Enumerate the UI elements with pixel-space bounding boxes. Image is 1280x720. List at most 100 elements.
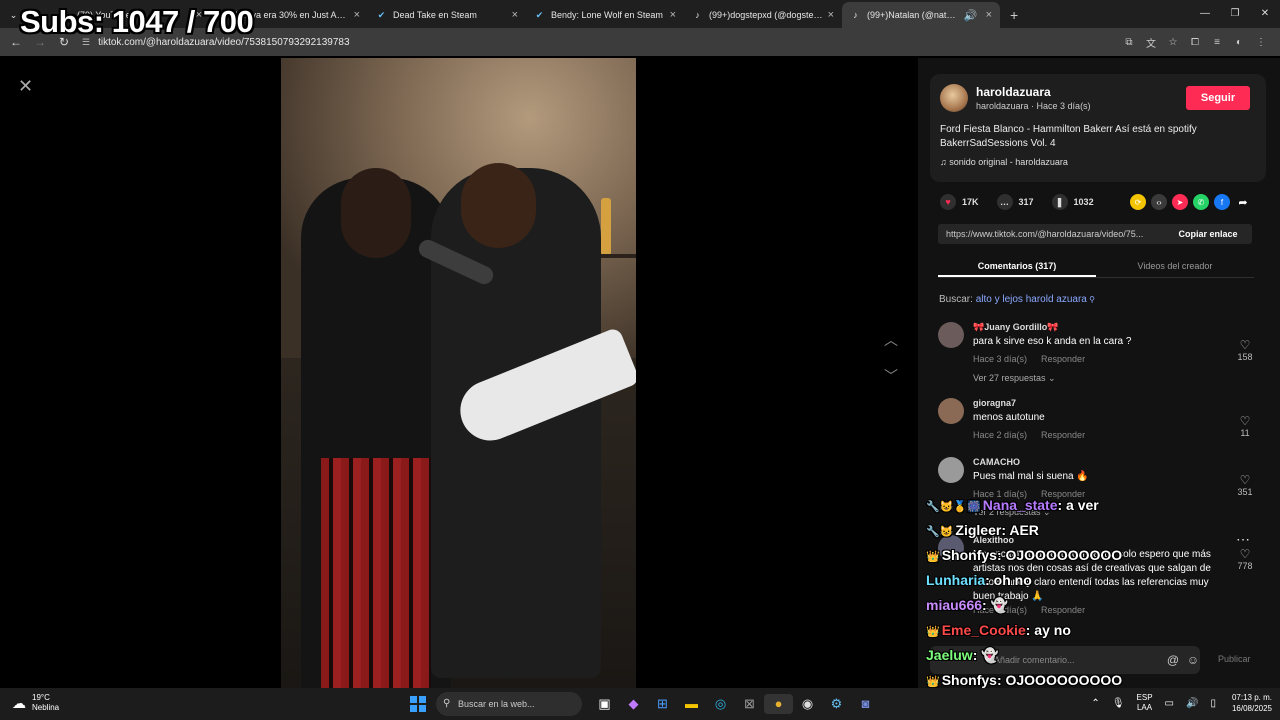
reply-button[interactable]: Responder: [1041, 605, 1085, 615]
comment-stat[interactable]: … 317: [996, 194, 1034, 210]
browser-tab-tiktok-1[interactable]: ♪ (99+)dogstepxd (@dogstepxd) ×: [684, 2, 842, 28]
task-view-icon[interactable]: ▣: [590, 694, 619, 714]
language-indicator[interactable]: ESP LAA: [1137, 693, 1153, 713]
comment-avatar[interactable]: [938, 457, 964, 483]
comment-avatar[interactable]: [938, 322, 964, 348]
volume-icon[interactable]: 🔊: [1186, 698, 1198, 709]
facebook-icon[interactable]: f: [1214, 194, 1230, 210]
tab-comments[interactable]: Comentarios (317): [938, 254, 1096, 277]
file-explorer-icon[interactable]: ▬: [677, 694, 706, 714]
edge-icon[interactable]: ◎: [706, 694, 735, 714]
like-count: 17K: [962, 197, 979, 207]
extensions-icon[interactable]: ⧠: [1184, 37, 1206, 48]
creator-name[interactable]: haroldazuara: [976, 85, 1051, 99]
discord-icon[interactable]: ◙: [851, 694, 880, 714]
weather-widget[interactable]: ☁ 19°C Neblina: [12, 693, 59, 713]
save-stat[interactable]: ❚ 1032: [1051, 194, 1094, 210]
repost-icon[interactable]: ⟳: [1130, 194, 1146, 210]
save-count: 1032: [1073, 197, 1094, 207]
related-search[interactable]: Buscar: alto y lejos harold azuara ⚲: [939, 294, 1095, 305]
store-icon[interactable]: ⊞: [648, 694, 677, 714]
search-icon: ⚲: [443, 698, 451, 709]
copy-link-button[interactable]: Copiar enlace: [1164, 224, 1252, 244]
network-icon[interactable]: ▭: [1165, 698, 1174, 709]
comment-like[interactable]: ♡ 11: [1232, 414, 1258, 438]
new-tab-button[interactable]: +: [1010, 2, 1018, 28]
chrome-icon[interactable]: ●: [764, 694, 793, 714]
chevron-up-icon[interactable]: ⌃: [1091, 698, 1099, 709]
chat-username: Shonfys: [941, 672, 997, 688]
chat-message: 🔧😺🥇🎆 Nana_state: a ver: [926, 497, 1099, 513]
comment-username[interactable]: CAMACHO: [973, 457, 1020, 467]
chat-message: Lunharia: oh no: [926, 572, 1032, 588]
bookmark-star-icon[interactable]: ☆: [1162, 37, 1184, 48]
windows-start-icon[interactable]: [410, 696, 426, 712]
battery-icon[interactable]: ▯: [1210, 698, 1216, 709]
send-icon[interactable]: ➤: [1172, 194, 1188, 210]
steam-icon: ✔: [377, 9, 386, 20]
video-player[interactable]: [281, 58, 636, 688]
mention-icon[interactable]: @: [1163, 653, 1183, 667]
clock-time: 07:13 p. m.: [1231, 693, 1272, 702]
profile-icon[interactable]: ◐: [1228, 37, 1250, 48]
comment-like-count: 11: [1240, 428, 1250, 438]
close-icon[interactable]: ×: [354, 9, 360, 21]
comment-item: 🎀Juany Gordillo🎀 para k sirve eso k anda…: [938, 322, 1258, 392]
pray-icon: 🙏: [1028, 591, 1044, 602]
share-arrow-icon[interactable]: ➦: [1235, 194, 1251, 210]
search-query[interactable]: alto y lejos harold azuara: [976, 294, 1087, 305]
chat-message: 🔧😺 Zigleer: AER: [926, 522, 1039, 538]
whatsapp-icon[interactable]: ✆: [1193, 194, 1209, 210]
comment-like[interactable]: ♡ 351: [1232, 473, 1258, 497]
comment-like-count: 351: [1237, 487, 1253, 497]
taskbar-search[interactable]: ⚲ Buscar en la web...: [436, 692, 582, 716]
maximize-button[interactable]: ❐: [1220, 0, 1250, 28]
comment-avatar[interactable]: [938, 398, 964, 424]
emoji-icon[interactable]: ☺: [1183, 653, 1203, 667]
view-replies-button[interactable]: Ver 27 respuestas ⌄: [973, 373, 1056, 384]
heart-outline-icon: ♡: [1239, 414, 1251, 428]
close-icon[interactable]: ×: [512, 9, 518, 21]
comment-username[interactable]: gioragna7: [973, 398, 1016, 408]
browser-tab-steam-3[interactable]: ✔ Bendy: Lone Wolf en Steam ×: [526, 2, 684, 28]
tab-creator-videos[interactable]: Videos del creador: [1096, 254, 1254, 277]
more-options-icon[interactable]: ⋯: [1236, 531, 1250, 548]
video-link-field[interactable]: https://www.tiktok.com/@haroldazuara/vid…: [938, 224, 1164, 244]
obs-icon[interactable]: ◉: [793, 694, 822, 714]
like-stat[interactable]: ♥ 17K: [940, 194, 979, 210]
chevron-down-icon[interactable]: ⌄: [8, 10, 19, 21]
minimize-button[interactable]: —: [1190, 0, 1220, 28]
close-icon[interactable]: ✕: [18, 76, 33, 97]
microphone-icon[interactable]: 🎙: [1112, 698, 1125, 709]
clock[interactable]: 07:13 p. m. 16/08/2025: [1232, 692, 1272, 714]
clock-date: 16/08/2025: [1231, 704, 1272, 713]
tiktok-icon: ♪: [695, 10, 700, 20]
sound-link[interactable]: ♫ sonido original - haroldazuara: [940, 157, 1068, 167]
comment-like[interactable]: ♡ 778: [1232, 547, 1258, 571]
embed-icon[interactable]: ‹›: [1151, 194, 1167, 210]
speaker-icon[interactable]: 🔊: [964, 9, 978, 22]
previous-video-button[interactable]: ︿: [880, 330, 902, 350]
install-icon[interactable]: ⧉: [1118, 37, 1140, 48]
media-icon[interactable]: ≡: [1206, 37, 1228, 48]
comment-like[interactable]: ♡ 158: [1232, 338, 1258, 362]
reply-button[interactable]: Responder: [1041, 430, 1085, 440]
close-icon[interactable]: ×: [986, 9, 992, 21]
next-video-button[interactable]: ﹀: [880, 366, 902, 386]
xbox-icon[interactable]: ⊠: [735, 694, 764, 714]
menu-icon[interactable]: ⋮: [1250, 37, 1272, 48]
reply-button[interactable]: Responder: [1041, 354, 1085, 364]
steam-icon[interactable]: ⚙: [822, 694, 851, 714]
copilot-icon[interactable]: ◆: [619, 694, 648, 714]
browser-tab-tiktok-2[interactable]: ♪ (99+)Natalan (@natalanx) | 🔊 ×: [842, 2, 1000, 28]
taskbar-search-text: Buscar en la web...: [458, 699, 535, 709]
publish-button[interactable]: Publicar: [1218, 654, 1251, 664]
comment-username[interactable]: 🎀Juany Gordillo🎀: [973, 322, 1058, 333]
follow-button[interactable]: Seguir: [1186, 86, 1250, 110]
translate-icon[interactable]: 文: [1140, 35, 1162, 50]
close-icon[interactable]: ×: [828, 9, 834, 21]
close-window-button[interactable]: ✕: [1250, 0, 1280, 28]
close-icon[interactable]: ×: [670, 9, 676, 21]
creator-avatar[interactable]: [940, 84, 968, 112]
browser-tab-steam-2[interactable]: ✔ Dead Take en Steam ×: [368, 2, 526, 28]
